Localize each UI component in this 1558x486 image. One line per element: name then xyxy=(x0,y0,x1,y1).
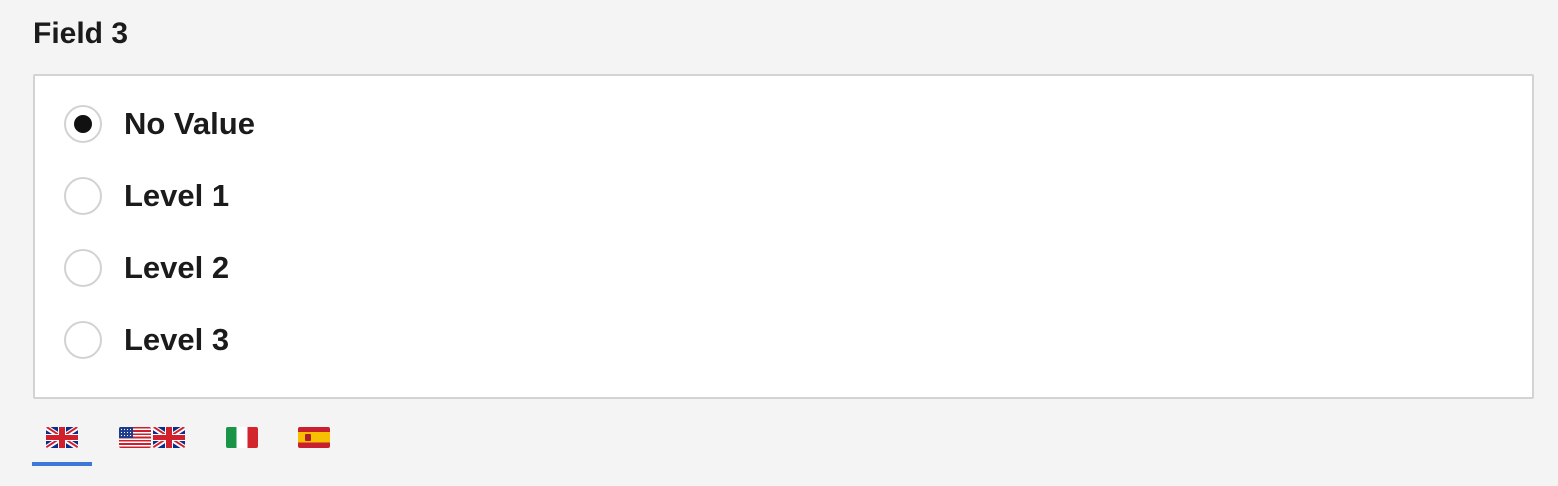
italy-flag-icon xyxy=(226,427,258,448)
option-label: Level 2 xyxy=(124,250,230,285)
option-no-value[interactable]: No Value xyxy=(64,102,255,146)
tab-language-italian[interactable] xyxy=(226,417,258,463)
uk-flag-icon xyxy=(153,427,185,448)
option-level-1[interactable]: Level 1 xyxy=(64,174,229,218)
radio-group: No Value Level 1 Level 2 Level 3 xyxy=(33,74,1534,399)
radio-button[interactable] xyxy=(64,249,102,287)
tab-language-english-uk[interactable] xyxy=(32,417,92,466)
field-3-group: Field 3 No Value Level 1 Level 2 Level 3 xyxy=(33,16,1534,399)
option-label: Level 1 xyxy=(124,178,230,213)
radio-button[interactable] xyxy=(64,321,102,359)
us-flag-icon xyxy=(119,427,151,448)
option-level-2[interactable]: Level 2 xyxy=(64,246,229,290)
spain-flag-icon xyxy=(298,427,330,448)
tab-language-english-us-uk[interactable] xyxy=(118,417,186,463)
tab-language-spanish[interactable] xyxy=(298,417,330,463)
field-label: Field 3 xyxy=(33,17,129,50)
option-level-3[interactable]: Level 3 xyxy=(64,318,229,362)
radio-button[interactable] xyxy=(64,177,102,215)
uk-flag-icon xyxy=(46,427,78,448)
radio-button-checked[interactable] xyxy=(64,105,102,143)
option-label: Level 3 xyxy=(124,322,230,357)
option-label: No Value xyxy=(124,106,255,141)
